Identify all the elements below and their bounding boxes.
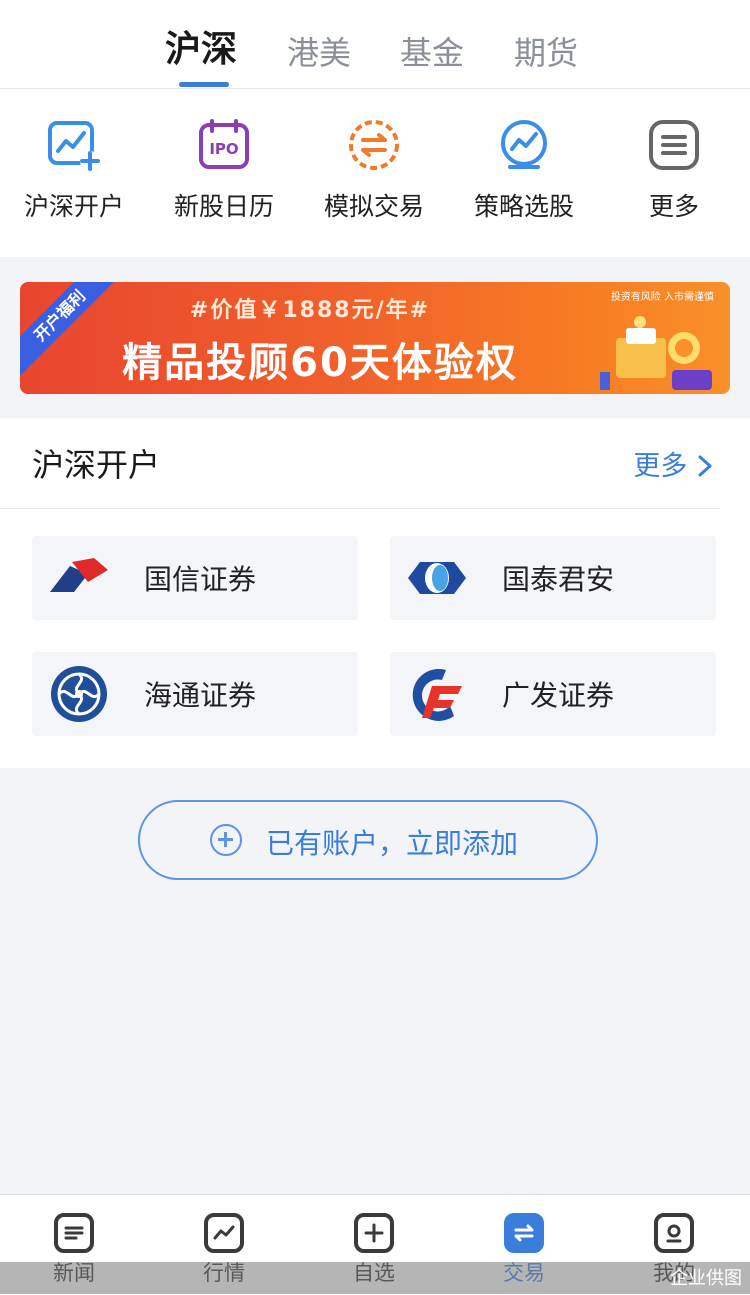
gtja-logo-icon: [406, 548, 468, 608]
quick-action-more[interactable]: 更多: [604, 117, 744, 223]
menu-icon: [646, 117, 702, 173]
banner-subtitle: #价值￥1888元/年#: [189, 298, 431, 323]
broker-card-gtja[interactable]: 国泰君安: [390, 536, 716, 620]
trade-icon: [504, 1213, 544, 1253]
broker-name: 国信证券: [144, 563, 257, 596]
chevron-right-icon: [696, 451, 714, 482]
watermark: 企业供图: [670, 1268, 742, 1289]
add-account-label: 已有账户，立即添加: [266, 827, 519, 860]
quick-action-label: 策略选股: [473, 192, 574, 221]
section-more-link[interactable]: 更多: [633, 444, 714, 483]
broker-card-gf[interactable]: 广发证券: [390, 652, 716, 736]
exchange-icon: [346, 117, 402, 173]
active-tab-indicator: [179, 82, 229, 87]
news-icon: [54, 1213, 94, 1253]
section-title: 沪深开户: [32, 446, 161, 484]
banner-title: 精品投顾60天体验权: [122, 340, 518, 386]
section-divider: [0, 508, 720, 509]
quick-action-simulated-trade[interactable]: 模拟交易: [304, 117, 444, 223]
strategy-icon: [496, 117, 552, 173]
quick-action-open-account[interactable]: 沪深开户: [4, 117, 144, 223]
quick-action-label: 新股日历: [173, 192, 274, 221]
plus-circle-icon: [210, 824, 242, 856]
broker-name: 广发证券: [502, 679, 615, 712]
more-label: 更多: [633, 451, 688, 482]
promo-banner[interactable]: 开户福利 #价值￥1888元/年# 精品投顾60天体验权 投资有风险 入市需谨慎: [20, 282, 730, 394]
broker-card-guosen[interactable]: 国信证券: [32, 536, 358, 620]
top-tab-bar: 沪深 港美 基金 期货: [0, 0, 750, 89]
tab-jijin[interactable]: 基金: [400, 30, 464, 76]
quick-action-label: 沪深开户: [23, 192, 124, 221]
svg-text:IPO: IPO: [209, 140, 238, 158]
quick-action-label: 更多: [648, 192, 699, 221]
broker-section: 沪深开户 更多 国信证券 国泰君安 海通证券 广发证券: [0, 418, 750, 768]
quick-action-label: 模拟交易: [323, 192, 424, 221]
tab-gangmei[interactable]: 港美: [287, 30, 351, 76]
chart-add-icon: [46, 117, 102, 173]
gf-logo-icon: [406, 664, 468, 724]
ipo-calendar-icon: IPO: [196, 117, 252, 173]
guosen-logo-icon: [48, 548, 110, 608]
tab-hushen[interactable]: 沪深: [165, 27, 237, 73]
broker-name: 海通证券: [144, 679, 257, 712]
quick-actions: 沪深开户 IPO 新股日历 模拟交易 策略选股 更多: [0, 89, 750, 257]
broker-name: 国泰君安: [502, 563, 615, 596]
watermark-bar: [0, 1262, 750, 1294]
quick-action-strategy[interactable]: 策略选股: [454, 117, 594, 223]
haitong-logo-icon: [48, 664, 110, 724]
tab-qihuo[interactable]: 期货: [514, 30, 578, 76]
banner-risk-note: 投资有风险 入市需谨慎: [610, 292, 714, 303]
watchlist-icon: [354, 1213, 394, 1253]
profile-icon: [654, 1213, 694, 1253]
add-existing-account-button[interactable]: 已有账户，立即添加: [138, 800, 598, 880]
market-icon: [204, 1213, 244, 1253]
quick-action-ipo-calendar[interactable]: IPO 新股日历: [154, 117, 294, 223]
banner-illustration: [596, 308, 716, 392]
broker-card-haitong[interactable]: 海通证券: [32, 652, 358, 736]
